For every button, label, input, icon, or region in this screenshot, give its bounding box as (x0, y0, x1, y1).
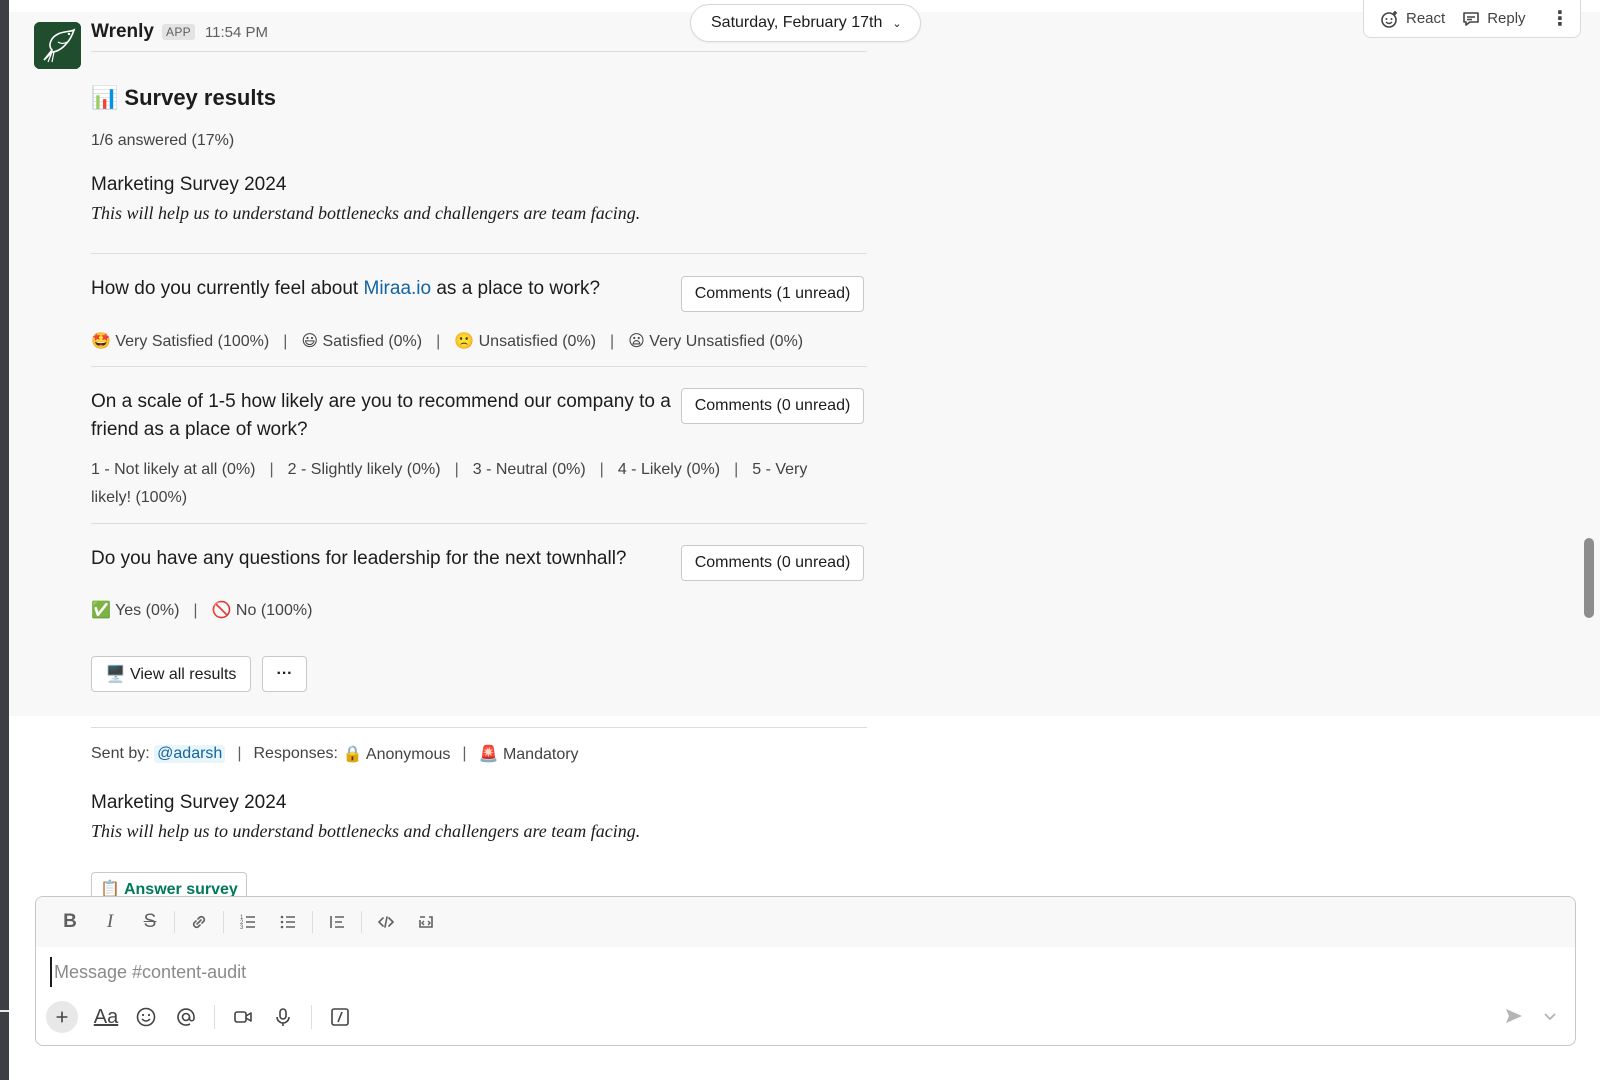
survey-description-2: This will help us to understand bottlene… (91, 821, 641, 841)
app-avatar[interactable] (34, 22, 81, 69)
formatting-toolbar: B I S 123 (36, 897, 1575, 947)
option: 4 - Likely (0%) (617, 461, 721, 478)
composer-actions: Aa (46, 997, 358, 1037)
mandatory-label: 🚨 Mandatory (478, 746, 579, 763)
separator (223, 911, 224, 933)
question-2-options: 1 - Not likely at all (0%) | 2 - Slightly … (91, 456, 861, 512)
divider (91, 366, 867, 367)
code-block-icon[interactable] (406, 906, 446, 938)
separator (361, 911, 362, 933)
ordered-list-icon[interactable]: 123 (228, 906, 268, 938)
option: 🚫 No (100%) (211, 602, 313, 619)
message-composer: B I S 123 Aa (35, 896, 1576, 1046)
results-title: 📊 Survey results (91, 85, 276, 111)
link-icon[interactable] (179, 906, 219, 938)
header-divider (91, 51, 867, 52)
message-header: Wrenly APP 11:54 PM (91, 20, 268, 44)
comments-button-q1[interactable]: Comments (1 unread) (681, 276, 864, 312)
answered-count: 1/6 answered (17%) (91, 132, 235, 149)
date-divider-button[interactable]: Saturday, February 17th ⌄ (690, 4, 921, 42)
bold-icon[interactable]: B (50, 906, 90, 938)
option: 2 - Slightly likely (0%) (287, 461, 441, 478)
message-timestamp[interactable]: 11:54 PM (205, 24, 268, 41)
react-button[interactable]: React (1374, 5, 1451, 33)
rail-notch (0, 1010, 9, 1012)
plus-icon[interactable] (46, 1001, 78, 1033)
divider (91, 727, 867, 728)
question-1-options: 🤩 Very Satisfied (100%) | 😃 Satisfied (0%)… (91, 333, 804, 350)
divider (91, 523, 867, 524)
comments-button-q3[interactable]: Comments (0 unread) (681, 545, 864, 581)
option: 😦 Very Unsatisfied (0%) (628, 333, 804, 350)
more-actions-icon[interactable]: ⋮ (1550, 9, 1570, 29)
miraa-link[interactable]: Miraa.io (364, 278, 432, 299)
workspace-rail (0, 0, 9, 1080)
separator (174, 911, 175, 933)
separator (311, 1005, 312, 1029)
formatting-toggle-button[interactable]: Aa (88, 1001, 124, 1033)
message-input[interactable] (50, 957, 1550, 987)
option: 1 - Not likely at all (0%) (91, 461, 256, 478)
question-1: How do you currently feel about Miraa.io… (91, 275, 600, 303)
code-icon[interactable] (366, 906, 406, 938)
message-actions: React Reply ⋮ (1363, 0, 1581, 38)
app-badge: APP (162, 24, 195, 40)
option: 🙁 Unsatisfied (0%) (454, 333, 596, 350)
video-clip-icon[interactable] (225, 1001, 261, 1033)
chevron-down-icon[interactable] (1539, 1005, 1561, 1027)
bulleted-list-icon[interactable] (268, 906, 308, 938)
user-mention[interactable]: @adarsh (154, 745, 226, 763)
question-1-text-end: as a place to work? (431, 278, 601, 299)
emoji-icon[interactable] (128, 1001, 164, 1033)
question-2: On a scale of 1-5 how likely are you to … (91, 391, 671, 440)
blockquote-icon[interactable] (317, 906, 357, 938)
results-title-text: Survey results (124, 85, 277, 110)
survey-meta: Sent by: @adarsh | Responses: 🔒 Anonymou… (91, 745, 579, 763)
anonymous-label: 🔒 Anonymous (342, 746, 451, 763)
reply-button[interactable]: Reply (1455, 5, 1531, 33)
slash-command-icon[interactable] (322, 1001, 358, 1033)
reply-thread-icon (1463, 11, 1479, 26)
chevron-down-icon: ⌄ (892, 17, 902, 30)
separator (312, 911, 313, 933)
add-reaction-icon (1381, 10, 1397, 28)
reply-label: Reply (1487, 10, 1526, 27)
bird-logo-icon (34, 22, 81, 69)
bar-chart-icon: 📊 (91, 85, 119, 110)
question-1-text: How do you currently feel about (91, 278, 364, 299)
sent-by-label: Sent by: (91, 745, 150, 762)
survey-description: This will help us to understand bottlene… (91, 203, 641, 223)
survey-name-2: Marketing Survey 2024 (91, 792, 287, 813)
option: 😃 Satisfied (0%) (301, 333, 423, 350)
react-label: React (1406, 10, 1446, 27)
strikethrough-icon[interactable]: S (130, 906, 170, 938)
question-3: Do you have any questions for leadership… (91, 548, 627, 569)
divider (91, 253, 867, 254)
italic-icon[interactable]: I (90, 906, 130, 938)
date-label: Saturday, February 17th (711, 14, 883, 31)
svg-text:3: 3 (240, 925, 244, 931)
send-controls (1503, 1005, 1561, 1027)
scrollbar-thumb[interactable] (1584, 538, 1594, 618)
more-options-button[interactable]: ··· (262, 656, 307, 692)
option: ✅ Yes (0%) (91, 602, 180, 619)
comments-button-q2[interactable]: Comments (0 unread) (681, 388, 864, 424)
aa-label: Aa (93, 1005, 119, 1028)
view-all-results-button[interactable]: 🖥️ View all results (91, 656, 251, 692)
option-continued: likely! (100%) (91, 489, 188, 506)
send-icon[interactable] (1503, 1005, 1525, 1027)
sender-name[interactable]: Wrenly (91, 21, 154, 43)
separator (214, 1005, 215, 1029)
question-3-options: ✅ Yes (0%) | 🚫 No (100%) (91, 602, 313, 619)
responses-label: Responses: (253, 745, 338, 762)
mention-icon[interactable] (168, 1001, 204, 1033)
option: 3 - Neutral (0%) (472, 461, 586, 478)
option: 5 - Very (752, 461, 808, 478)
microphone-icon[interactable] (265, 1001, 301, 1033)
survey-name: Marketing Survey 2024 (91, 174, 287, 195)
option: 🤩 Very Satisfied (100%) (91, 333, 270, 350)
